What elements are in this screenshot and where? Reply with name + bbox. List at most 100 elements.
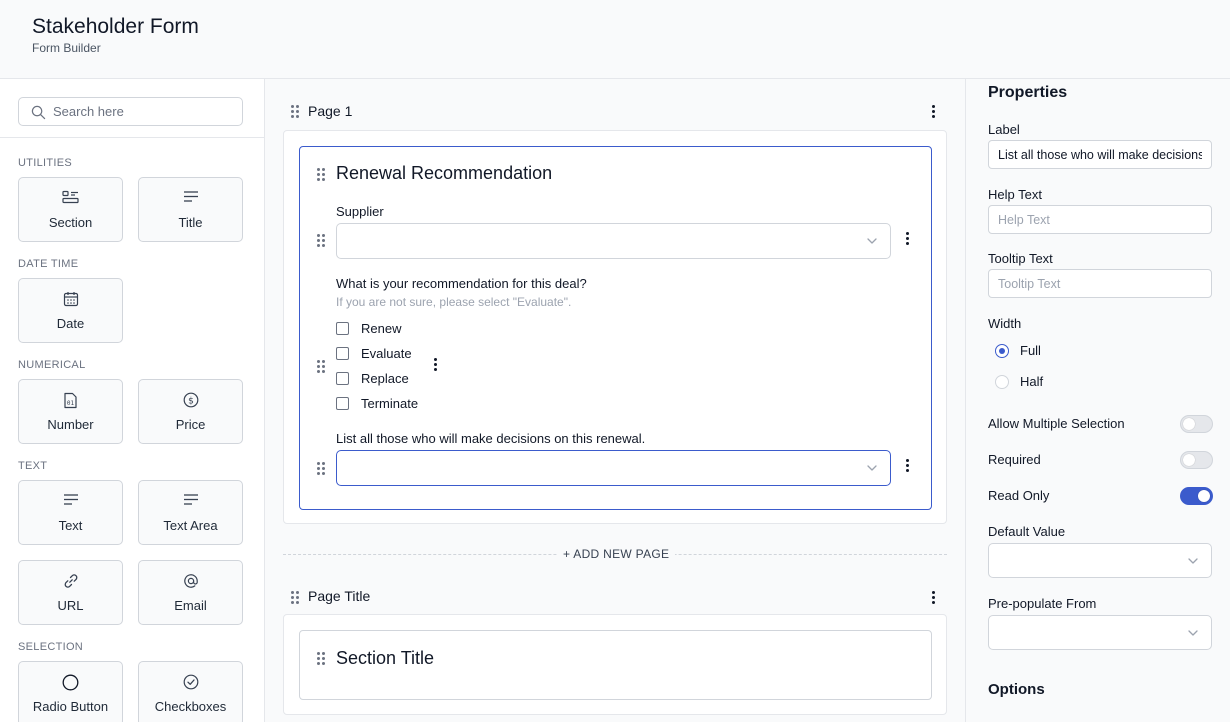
checkbox-option-replace[interactable]: Replace xyxy=(336,371,409,386)
prepopulate-select[interactable] xyxy=(988,615,1212,650)
tile-price[interactable]: $ Price xyxy=(138,379,243,444)
svg-text:$: $ xyxy=(188,396,194,406)
radio-selected[interactable] xyxy=(995,343,1009,358)
section-card[interactable]: Section Title xyxy=(299,630,932,700)
decision-makers-label: List all those who will make decisions o… xyxy=(336,431,646,446)
supplier-select[interactable] xyxy=(336,223,891,259)
group-label-numerical: NUMERICAL xyxy=(18,359,86,371)
at-icon xyxy=(183,574,198,588)
tile-text[interactable]: Text xyxy=(18,480,123,545)
group-label-date-time: DATE TIME xyxy=(18,258,79,270)
check-circle-icon xyxy=(183,674,198,690)
search-box[interactable] xyxy=(18,97,243,126)
tile-label: Text xyxy=(58,518,83,533)
section-drag-handle[interactable] xyxy=(317,168,325,181)
checkbox-option-evaluate[interactable]: Evaluate xyxy=(336,346,412,361)
label-input[interactable] xyxy=(988,140,1212,169)
tile-label: Date xyxy=(56,316,85,331)
default-value-label: Default Value xyxy=(988,524,1066,539)
page-drag-handle[interactable] xyxy=(291,105,299,118)
tile-text-area[interactable]: Text Area xyxy=(138,480,243,545)
checkbox[interactable] xyxy=(336,397,349,410)
radio-label: Half xyxy=(1020,374,1044,389)
section-title: Renewal Recommendation xyxy=(336,163,553,183)
field-menu-icon[interactable] xyxy=(906,232,910,245)
prepopulate-label: Pre-populate From xyxy=(988,596,1097,611)
svg-text:01: 01 xyxy=(67,400,75,407)
checkbox[interactable] xyxy=(336,322,349,335)
page-menu-icon[interactable] xyxy=(932,591,936,604)
checkbox[interactable] xyxy=(336,347,349,360)
allow-multiple-toggle[interactable] xyxy=(1180,415,1213,433)
dollar-icon: $ xyxy=(183,392,198,408)
radio-label: Full xyxy=(1020,343,1041,358)
page-drag-handle[interactable] xyxy=(291,591,299,604)
checkbox-label: Renew xyxy=(361,321,402,336)
add-new-page-button[interactable]: + ADD NEW PAGE xyxy=(557,547,676,561)
tile-label: Email xyxy=(174,598,207,613)
tile-label: Text Area xyxy=(163,518,218,533)
required-toggle[interactable] xyxy=(1180,451,1213,469)
tile-label: Section xyxy=(48,215,93,230)
properties-panel: Properties Label Help Text Tooltip Text … xyxy=(965,79,1230,722)
field-menu-icon[interactable] xyxy=(434,358,438,371)
page-card: Section Title xyxy=(283,614,947,715)
read-only-label: Read Only xyxy=(988,488,1050,503)
chevron-down-icon xyxy=(1188,630,1198,636)
section-card[interactable]: Renewal Recommendation Supplier What is … xyxy=(299,146,932,510)
number-icon: 01 xyxy=(64,392,77,409)
checkbox[interactable] xyxy=(336,372,349,385)
page-card: Renewal Recommendation Supplier What is … xyxy=(283,130,947,524)
app-subtitle: Form Builder xyxy=(32,41,101,55)
tooltip-text-input[interactable] xyxy=(988,269,1212,298)
tile-label: Checkboxes xyxy=(154,699,227,714)
tile-number[interactable]: 01 Number xyxy=(18,379,123,444)
field-palette-sidebar: UTILITIES Section Title DATE TIME Date N… xyxy=(0,79,265,722)
checkbox-option-renew[interactable]: Renew xyxy=(336,321,401,336)
read-only-toggle[interactable] xyxy=(1180,487,1213,505)
radio-icon xyxy=(62,674,79,691)
field-drag-handle[interactable] xyxy=(317,234,325,247)
app-header: Stakeholder Form Form Builder xyxy=(0,0,1230,79)
field-drag-handle[interactable] xyxy=(317,360,325,373)
field-drag-handle[interactable] xyxy=(317,462,325,475)
label-field-label: Label xyxy=(988,122,1020,137)
tile-label: Price xyxy=(175,417,206,432)
page-menu-icon[interactable] xyxy=(932,105,936,118)
decision-makers-select[interactable] xyxy=(336,450,891,486)
tile-label: Radio Button xyxy=(32,699,109,714)
width-option-half[interactable]: Half xyxy=(995,374,1043,389)
tile-url[interactable]: URL xyxy=(18,560,123,625)
supplier-label: Supplier xyxy=(336,204,384,219)
tile-title[interactable]: Title xyxy=(138,177,243,242)
tile-radio-button[interactable]: Radio Button xyxy=(18,661,123,722)
width-option-full[interactable]: Full xyxy=(995,343,1041,358)
checkbox-label: Terminate xyxy=(361,396,419,411)
tile-email[interactable]: Email xyxy=(138,560,243,625)
tile-checkboxes[interactable]: Checkboxes xyxy=(138,661,243,722)
required-label: Required xyxy=(988,452,1041,467)
section-drag-handle[interactable] xyxy=(317,652,325,665)
checkbox-label: Evaluate xyxy=(361,346,412,361)
page-title: Page Title xyxy=(308,588,371,604)
tile-date[interactable]: Date xyxy=(18,278,123,343)
checkbox-label: Replace xyxy=(361,371,409,386)
section-title: Section Title xyxy=(336,648,435,668)
radio-unselected[interactable] xyxy=(995,374,1009,389)
width-label: Width xyxy=(988,316,1022,331)
app-title: Stakeholder Form xyxy=(32,15,199,38)
tile-label: Title xyxy=(178,215,203,230)
field-menu-icon[interactable] xyxy=(906,459,910,472)
tile-section[interactable]: Section xyxy=(18,177,123,242)
help-text-input[interactable] xyxy=(988,205,1212,234)
help-text-label: Help Text xyxy=(988,187,1042,202)
tooltip-text-label: Tooltip Text xyxy=(988,251,1053,266)
section-icon xyxy=(62,190,79,204)
default-value-select[interactable] xyxy=(988,543,1212,578)
group-label-text: TEXT xyxy=(18,460,48,472)
tile-label: URL xyxy=(57,598,84,613)
search-input[interactable] xyxy=(53,98,238,125)
calendar-icon xyxy=(63,292,78,307)
sidebar-divider xyxy=(0,137,264,138)
checkbox-option-terminate[interactable]: Terminate xyxy=(336,396,418,411)
